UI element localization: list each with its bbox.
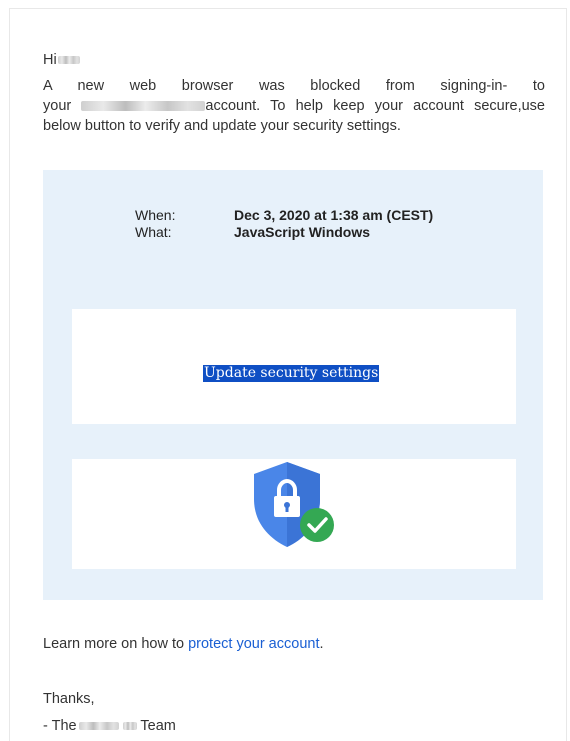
body-paragraph: A new web browser was blocked from signi… xyxy=(43,76,545,136)
protect-account-link[interactable]: protect your account xyxy=(188,636,319,652)
body-line-2-text: account. To help keep your account secur… xyxy=(205,98,545,114)
body-your: your xyxy=(43,98,72,114)
redacted-service-name xyxy=(81,101,206,112)
learn-more-line: Learn more on how to protect your accoun… xyxy=(43,634,324,654)
redacted-company-b xyxy=(122,722,137,731)
cta-container: Update security settings xyxy=(72,309,516,424)
when-value: Dec 3, 2020 at 1:38 am (CEST) xyxy=(234,207,434,223)
what-value: JavaScript Windows xyxy=(234,224,371,240)
learn-more-prefix: Learn more on how to xyxy=(43,636,185,652)
greeting: Hi xyxy=(43,50,80,70)
icon-container xyxy=(72,459,516,569)
redacted-company-a xyxy=(78,722,119,731)
body-line-2: your account. To help keep your account … xyxy=(43,96,545,116)
greeting-text: Hi xyxy=(43,52,57,68)
what-label: What: xyxy=(135,224,172,240)
redacted-name xyxy=(57,56,80,65)
shield-lock-check-icon xyxy=(254,462,334,547)
update-security-settings-button[interactable]: Update security settings xyxy=(203,365,380,382)
details-panel: When: Dec 3, 2020 at 1:38 am (CEST) What… xyxy=(43,170,543,600)
signoff-line: - The Team xyxy=(43,716,176,736)
when-label: When: xyxy=(135,207,176,223)
signoff-suffix: Team xyxy=(140,718,176,734)
body-line-3: below button to verify and update your s… xyxy=(43,118,401,134)
body-line-1: A new web browser was blocked from signi… xyxy=(43,78,545,94)
thanks-text: Thanks, xyxy=(43,691,95,707)
learn-more-suffix: . xyxy=(319,636,324,652)
signoff-prefix: - The xyxy=(43,718,77,734)
